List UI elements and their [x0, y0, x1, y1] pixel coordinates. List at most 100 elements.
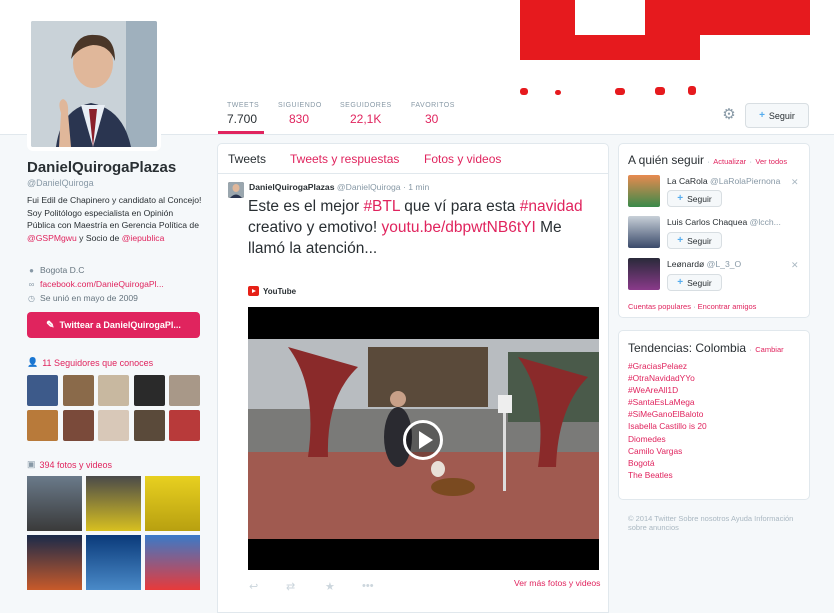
- change-trends-link[interactable]: Cambiar: [755, 345, 783, 354]
- media-thumbnail[interactable]: [145, 476, 200, 531]
- trend-item[interactable]: #GraciasPelaez: [628, 360, 707, 372]
- gear-icon[interactable]: ⚙: [720, 106, 738, 124]
- stat-value: 7.700: [227, 112, 258, 126]
- profile-name[interactable]: DanielQuirogaPlazas: [27, 159, 176, 176]
- retweet-icon[interactable]: ⇄: [286, 580, 295, 593]
- user-name: Leønardø: [667, 259, 705, 269]
- stat-tweets[interactable]: TWEETS 7.700: [227, 102, 259, 126]
- hashtag-link[interactable]: #BTL: [363, 198, 399, 215]
- tweet-author-avatar[interactable]: [228, 182, 244, 198]
- stat-followers[interactable]: SEGUIDORES 22,1K: [340, 102, 392, 126]
- banner-shape: [700, 0, 810, 35]
- trend-item[interactable]: Isabella Castillo is 20: [628, 420, 707, 432]
- profile-avatar[interactable]: [27, 17, 161, 151]
- who-to-follow-header: A quién seguir · Actualizar · Ver todos: [628, 153, 787, 167]
- suggested-user-avatar[interactable]: [628, 258, 660, 290]
- more-media-link[interactable]: Ver más fotos y videos: [514, 578, 600, 588]
- media-thumbnail[interactable]: [27, 476, 82, 531]
- stat-following[interactable]: SIGUIENDO 830: [278, 102, 322, 126]
- dismiss-icon[interactable]: ✕: [791, 260, 799, 271]
- bio-mention[interactable]: @iepublica: [122, 233, 165, 243]
- follow-label: Seguir: [687, 235, 712, 246]
- stat-value: 30: [425, 112, 439, 126]
- tweet-author-handle[interactable]: @DanielQuiroga: [337, 182, 401, 192]
- bio-mention[interactable]: @GSPMgwu: [27, 233, 77, 243]
- follow-button[interactable]: + Seguir: [667, 274, 722, 291]
- camera-icon: ▣: [27, 459, 36, 469]
- follow-button[interactable]: + Seguir: [745, 103, 809, 128]
- user-name: Luis Carlos Chaquea: [667, 217, 748, 227]
- more-icon[interactable]: •••: [362, 580, 374, 592]
- trends-list: #GraciasPelaez #OtraNavidadYYo #WeAreAll…: [628, 360, 707, 481]
- follower-avatar[interactable]: [169, 375, 200, 406]
- follow-button[interactable]: + Seguir: [667, 232, 722, 249]
- tab-tweets[interactable]: Tweets: [228, 152, 266, 166]
- followers-you-know-link[interactable]: 👤 11 Seguidores que conoces: [27, 357, 153, 368]
- trend-item[interactable]: #SiMeGanoElBaloto: [628, 408, 707, 420]
- trend-item[interactable]: Bogotá: [628, 457, 707, 469]
- tweet-timestamp[interactable]: 1 min: [408, 182, 429, 192]
- link-icon: ∞: [28, 279, 35, 289]
- add-user-icon: +: [677, 235, 684, 246]
- follower-avatar[interactable]: [98, 375, 129, 406]
- popular-accounts-link[interactable]: Cuentas populares: [628, 302, 691, 311]
- website-link[interactable]: facebook.com/DanieQuirogaPl...: [40, 279, 164, 289]
- follower-avatar[interactable]: [133, 375, 165, 406]
- tweet-text-segment: que ví para esta: [399, 198, 520, 215]
- tweet-text-segment: creativo y emotivo!: [248, 219, 382, 236]
- footer-links[interactable]: © 2014 Twitter Sobre nosotros Ayuda Info…: [628, 514, 808, 532]
- tab-photos-videos[interactable]: Fotos y videos: [424, 152, 501, 166]
- dismiss-icon[interactable]: ✕: [791, 177, 799, 188]
- follower-avatar[interactable]: [169, 410, 200, 441]
- suggested-user-name[interactable]: Leønardø @L_3_O: [667, 259, 785, 269]
- profile-website[interactable]: ∞ facebook.com/DanieQuirogaPl...: [27, 279, 164, 289]
- add-user-icon: +: [759, 110, 765, 121]
- tab-tweets-replies[interactable]: Tweets y respuestas: [290, 152, 399, 166]
- suggested-user-avatar[interactable]: [628, 216, 660, 248]
- user-name: La CaRola: [667, 176, 708, 186]
- trend-item[interactable]: Diomedes: [628, 433, 707, 445]
- view-all-link[interactable]: Ver todos: [755, 157, 787, 166]
- stat-value: 22,1K: [350, 112, 382, 126]
- follower-avatar[interactable]: [27, 375, 58, 406]
- tweet-text-segment: Este es el mejor: [248, 198, 364, 215]
- media-thumbnail[interactable]: [27, 535, 82, 590]
- stat-label: SEGUIDORES: [340, 102, 392, 109]
- profile-handle[interactable]: @DanielQuiroga: [27, 178, 94, 188]
- trend-item[interactable]: #SantaEsLaMega: [628, 396, 707, 408]
- suggested-user-name[interactable]: Luis Carlos Chaquea @lcch...: [667, 217, 785, 227]
- who-to-follow-title: A quién seguir: [628, 153, 705, 167]
- trend-item[interactable]: Camilo Vargas: [628, 445, 707, 457]
- follow-label: Seguir: [687, 193, 712, 204]
- follower-avatar[interactable]: [62, 375, 94, 406]
- media-source[interactable]: YouTube: [248, 286, 296, 296]
- follow-label: Seguir: [687, 277, 712, 288]
- follower-avatar[interactable]: [62, 410, 94, 441]
- favorite-icon[interactable]: ★: [325, 580, 335, 593]
- media-thumbnail[interactable]: [86, 476, 141, 531]
- suggested-user-name[interactable]: La CaRola @LaRolaPiernona: [667, 176, 785, 186]
- find-friends-link[interactable]: Encontrar amigos: [698, 302, 757, 311]
- follower-avatar[interactable]: [27, 410, 58, 441]
- play-button[interactable]: [403, 420, 443, 460]
- trend-item[interactable]: #WeAreAll1D: [628, 384, 707, 396]
- tweet-author-name[interactable]: DanielQuirogaPlazas: [249, 182, 335, 192]
- url-link[interactable]: youtu.be/dbpwtNB6tYI: [382, 219, 536, 236]
- banner-shape: [520, 0, 575, 60]
- follower-avatar[interactable]: [133, 410, 165, 441]
- stat-favorites[interactable]: FAVORITOS 30: [411, 102, 455, 126]
- follower-avatar[interactable]: [98, 410, 129, 441]
- tweet-to-button[interactable]: ✎ Twittear a DanielQuirogaPl...: [27, 312, 200, 338]
- hashtag-link[interactable]: #navidad: [520, 198, 583, 215]
- media-thumbnail[interactable]: [86, 535, 141, 590]
- trend-item[interactable]: #OtraNavidadYYo: [628, 372, 707, 384]
- stat-label: FAVORITOS: [411, 102, 455, 109]
- suggested-user-avatar[interactable]: [628, 175, 660, 207]
- photos-videos-label: 394 fotos y videos: [39, 459, 113, 470]
- follow-button[interactable]: + Seguir: [667, 190, 722, 207]
- photos-videos-link[interactable]: ▣ 394 fotos y videos: [27, 459, 112, 470]
- trend-item[interactable]: The Beatles: [628, 469, 707, 481]
- refresh-link[interactable]: Actualizar: [713, 157, 746, 166]
- media-thumbnail[interactable]: [145, 535, 200, 590]
- reply-icon[interactable]: ↩: [249, 580, 258, 593]
